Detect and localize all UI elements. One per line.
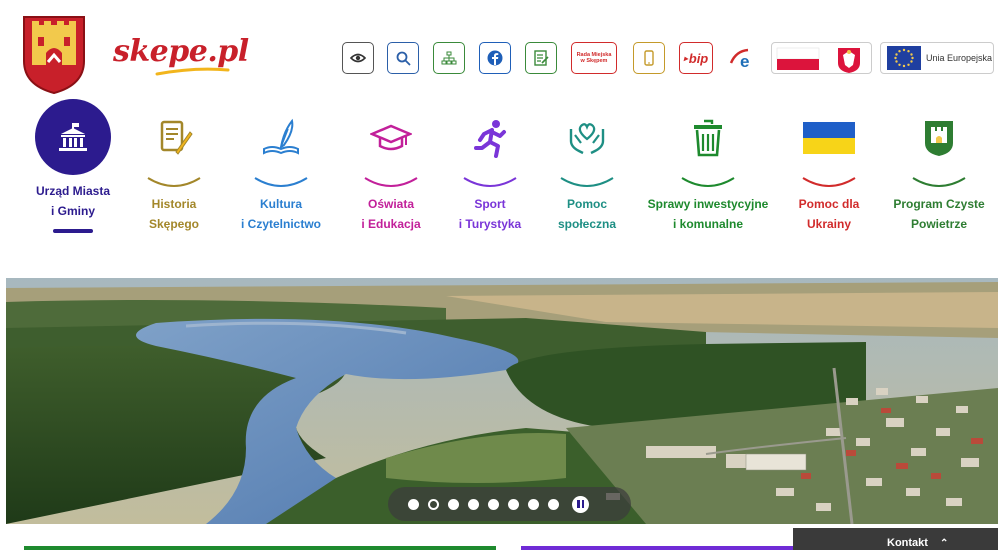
- town-crest-icon[interactable]: [22, 15, 86, 95]
- rada-button[interactable]: Rada Miejska w Skępem: [571, 42, 617, 74]
- nav-sprawy-line2: i komunalne: [672, 217, 743, 231]
- sitemap-button[interactable]: [433, 42, 465, 74]
- nav-pomoc-ukrainy[interactable]: Pomoc dla Ukrainy: [774, 108, 884, 234]
- active-indicator: [53, 229, 93, 233]
- carousel-controls: [388, 487, 631, 521]
- eye-icon: [350, 53, 366, 63]
- pause-icon-bar: [581, 500, 584, 508]
- pause-icon: [577, 500, 580, 508]
- nav-sprawy-inwestycyjne[interactable]: Sprawy inwestycyjne i komunalne: [642, 108, 774, 234]
- kontakt-button[interactable]: Kontakt ⌃: [793, 528, 998, 550]
- bip-button[interactable]: ▸ bip: [679, 42, 713, 74]
- search-icon: [396, 51, 411, 66]
- mobile-button[interactable]: [633, 42, 665, 74]
- svg-text:e: e: [740, 52, 749, 69]
- heart-hands-icon: [569, 123, 605, 155]
- nav-arc: [560, 177, 614, 187]
- poland-flag-icon: [776, 46, 871, 73]
- nav-urzad[interactable]: Urząd Miasta i Gminy: [18, 99, 128, 233]
- book-quill-icon: [263, 118, 299, 155]
- carousel-dot[interactable]: [508, 498, 519, 510]
- ukraine-flag-icon: [803, 122, 855, 154]
- nav-arc: [147, 177, 201, 187]
- logo-underline: [155, 67, 230, 76]
- page: skepe.pl Rada Miejska w Skępem ▸ bip e U…: [0, 0, 998, 550]
- ecard-icon: [534, 50, 549, 66]
- bip-label: bip: [688, 50, 709, 66]
- nav-arc: [364, 177, 418, 187]
- nav-arc: [463, 177, 517, 187]
- nav-urzad-line2: i Gminy: [50, 204, 95, 218]
- pause-button[interactable]: [572, 495, 589, 513]
- carousel-dot[interactable]: [468, 498, 479, 510]
- nav-pomoc-spoleczna[interactable]: Pomoc społeczna: [532, 108, 642, 234]
- nav-arc: [912, 177, 966, 187]
- search-button[interactable]: [387, 42, 419, 74]
- eu-label: Unia Europejska: [926, 53, 993, 63]
- epuap-icon: e: [729, 48, 749, 69]
- carousel-dot[interactable]: [548, 498, 559, 510]
- nav-historia[interactable]: Historia Skępego: [119, 108, 229, 234]
- nav-czyste-line1: Program Czyste: [893, 197, 985, 211]
- city-hall-icon: [59, 123, 87, 151]
- nav-kultura-line2: i Czytelnictwo: [240, 217, 321, 231]
- graduation-cap-icon: [370, 124, 412, 151]
- carousel-dot[interactable]: [448, 498, 459, 510]
- polish-version-button[interactable]: [771, 42, 872, 74]
- carousel-dot[interactable]: [488, 498, 499, 510]
- contrast-button[interactable]: [342, 42, 374, 74]
- epuap-button[interactable]: e: [725, 42, 759, 74]
- nav-historia-line1: Historia: [151, 197, 197, 211]
- carousel-dot[interactable]: [408, 498, 419, 510]
- nav-pomoc-line2: społeczna: [557, 217, 617, 231]
- nav-czyste-powietrze[interactable]: Program Czyste Powietrze: [880, 108, 998, 234]
- nav-urzad-line1: Urząd Miasta: [35, 184, 111, 198]
- sitemap-icon: [441, 51, 457, 65]
- nav-sport-line2: i Turystyka: [458, 217, 522, 231]
- nav-sport-line1: Sport: [474, 197, 506, 211]
- bip-icon: ▸: [683, 53, 688, 63]
- facebook-button[interactable]: [479, 42, 511, 74]
- trash-bin-icon: [694, 119, 722, 157]
- site-logo-text[interactable]: skepe.pl: [113, 34, 249, 69]
- eu-flag-icon: [887, 46, 921, 70]
- nav-czyste-line2: Powietrze: [910, 217, 967, 231]
- nav-sprawy-line1: Sprawy inwestycyjne: [647, 197, 769, 211]
- nav-pomoc-line1: Pomoc: [566, 197, 607, 211]
- rada-label-line2: w Skępem: [580, 58, 608, 64]
- nav-ukraina-line2: Ukrainy: [806, 217, 852, 231]
- nav-arc: [681, 177, 735, 187]
- section-strip-purple: [521, 546, 793, 550]
- nav-oswiata[interactable]: Oświata i Edukacja: [336, 108, 446, 234]
- castle-badge-icon: [925, 121, 953, 156]
- kontakt-label: Kontakt: [887, 537, 928, 549]
- nav-oswiata-line1: Oświata: [367, 197, 415, 211]
- nav-kultura[interactable]: Kultura i Czytelnictwo: [226, 108, 336, 234]
- nav-arc: [802, 177, 856, 187]
- nav-ukraina-line1: Pomoc dla: [798, 197, 860, 211]
- carousel-dot[interactable]: [528, 498, 539, 510]
- section-strip-green: [24, 546, 496, 550]
- nav-sport[interactable]: Sport i Turystyka: [435, 108, 545, 234]
- chevron-up-icon: ⌃: [939, 538, 949, 549]
- document-quill-icon: [160, 120, 193, 155]
- nav-oswiata-line2: i Edukacja: [361, 217, 421, 231]
- nav-kultura-line1: Kultura: [260, 197, 302, 211]
- facebook-icon: [487, 50, 503, 66]
- eu-funds-button[interactable]: Unia Europejska: [880, 42, 994, 74]
- carousel-dot-active[interactable]: [428, 498, 439, 510]
- nav-historia-line2: Skępego: [148, 217, 199, 231]
- nav-arc: [254, 177, 308, 187]
- runner-icon: [474, 120, 506, 158]
- mobile-icon: [644, 50, 654, 66]
- ecard-button[interactable]: [525, 42, 557, 74]
